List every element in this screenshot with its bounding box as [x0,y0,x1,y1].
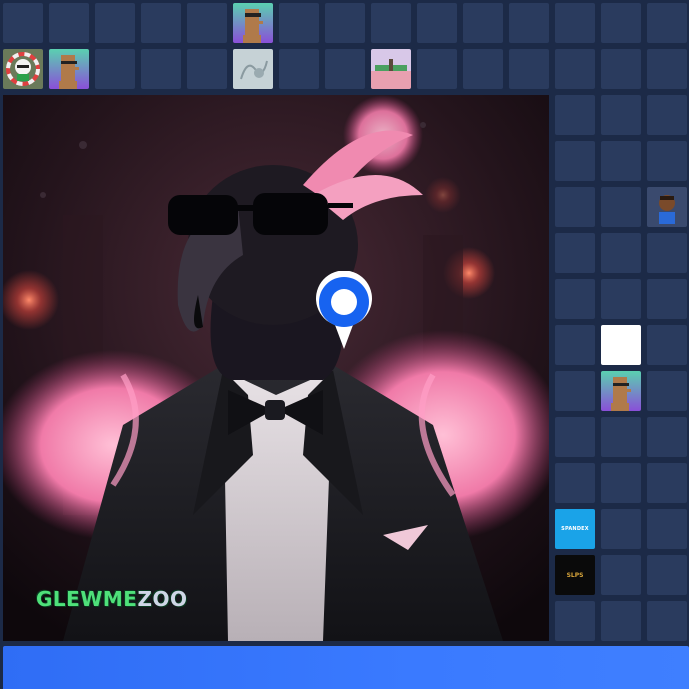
nft-tile-avatar[interactable] [647,187,687,227]
grid-tile[interactable] [555,141,595,181]
grid-tile[interactable] [647,601,687,641]
grid-tile[interactable] [279,49,319,89]
nft-tile-punk[interactable] [233,3,273,43]
grid-tile[interactable] [601,555,641,595]
grid-tile[interactable] [555,601,595,641]
grid-tile[interactable] [3,3,43,43]
brand-tile-blue[interactable]: SPANDEX [555,509,595,549]
pixel-punk-image [49,49,89,89]
grid-tile[interactable] [141,49,181,89]
grid-tile[interactable] [647,371,687,411]
grid-tile[interactable] [325,3,365,43]
grid-tile[interactable] [601,141,641,181]
grid-tile[interactable] [647,325,687,365]
grid-tile[interactable] [49,3,89,43]
pixel-punk-image [233,3,273,43]
watermark-part1: GLEWME [36,587,138,611]
grid-tile[interactable] [647,49,687,89]
grid-tile[interactable] [555,95,595,135]
grid-tile[interactable] [601,417,641,457]
brand-tile-blue-label: SPANDEX [561,526,589,532]
grid-tile[interactable] [601,49,641,89]
landscape-image [371,49,411,89]
grid-tile[interactable] [555,49,595,89]
grid-tile[interactable] [371,3,411,43]
sketch-image [233,49,273,89]
grid-tile[interactable] [509,3,549,43]
grid-tile[interactable] [141,3,181,43]
grid-tile[interactable] [555,417,595,457]
grid-tile[interactable] [601,233,641,273]
grid-tile[interactable] [187,49,227,89]
grid-tile[interactable] [187,3,227,43]
grid-tile[interactable] [601,187,641,227]
nft-tile-landscape[interactable] [371,49,411,89]
grid-tile[interactable] [417,49,457,89]
grid-tile[interactable] [555,325,595,365]
nft-tile-ring-avatar[interactable] [3,49,43,89]
grid-tile[interactable] [647,417,687,457]
grid-tile[interactable] [601,279,641,319]
grid-tile[interactable] [601,509,641,549]
grid-tile[interactable] [601,3,641,43]
watermark-part2: ZOO [137,587,188,611]
grid-tile[interactable] [555,233,595,273]
grid-tile[interactable] [647,509,687,549]
featured-artwork[interactable]: GLEWMEZOO [3,95,549,641]
pixel-punk-image [601,371,641,411]
grid-tile[interactable] [555,279,595,319]
grid-tile[interactable] [463,49,503,89]
watermark-logo: GLEWMEZOO [36,587,187,611]
grid-tile[interactable] [555,371,595,411]
grid-tile[interactable] [95,3,135,43]
cartoon-avatar-image [647,187,687,227]
grid-tile[interactable] [601,601,641,641]
ring-avatar-image [3,49,43,89]
grid-tile[interactable] [463,3,503,43]
brand-tile-black[interactable]: SLPS [555,555,595,595]
grid-tile[interactable] [647,555,687,595]
nft-tile-punk[interactable] [49,49,89,89]
grid-tile[interactable] [279,3,319,43]
grid-tile[interactable] [647,95,687,135]
nft-tile-punk[interactable] [601,371,641,411]
brand-tile-black-label: SLPS [566,571,584,579]
white-tile[interactable] [601,325,641,365]
grid-tile[interactable] [555,3,595,43]
grid-tile[interactable] [95,49,135,89]
grid-tile[interactable] [647,3,687,43]
grid-tile[interactable] [555,463,595,503]
grid-tile[interactable] [509,49,549,89]
grid-tile[interactable] [325,49,365,89]
nft-tile-sketch[interactable] [233,49,273,89]
grid-tile[interactable] [647,279,687,319]
grid-tile[interactable] [601,95,641,135]
grid-tile[interactable] [601,463,641,503]
location-pin-icon[interactable] [313,271,375,351]
flamingo-tuxedo-image [3,95,549,641]
grid-tile[interactable] [647,463,687,503]
grid-tile[interactable] [647,233,687,273]
bottom-action-bar[interactable] [3,646,689,689]
grid-tile[interactable] [647,141,687,181]
grid-tile[interactable] [417,3,457,43]
grid-tile[interactable] [555,187,595,227]
